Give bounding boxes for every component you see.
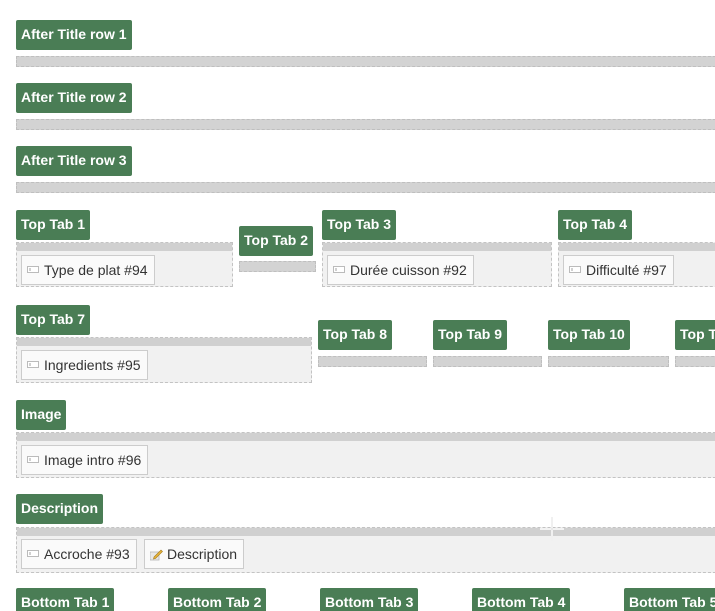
field-label: Ingredients #95 (44, 357, 141, 373)
field-icon (333, 266, 345, 273)
top-tab-10-label[interactable]: Top Tab 10 (548, 320, 630, 350)
field-accroche[interactable]: Accroche #93 (21, 539, 137, 569)
top-tab-11-label[interactable]: Top Tab 11 (675, 320, 715, 350)
description-section-label[interactable]: Description (16, 494, 104, 524)
top-tab-9-dropzone[interactable] (433, 356, 542, 367)
field-icon (27, 550, 39, 557)
bottom-tab-3-label[interactable]: Bottom Tab 3 (320, 588, 419, 611)
field-difficulte[interactable]: Difficulté #97 (563, 255, 674, 285)
description-section-dropzone[interactable]: Accroche #93 Description (16, 527, 715, 573)
top-tab-1-dropzone[interactable]: Type de plat #94 (16, 242, 233, 287)
field-label: Image intro #96 (44, 452, 142, 468)
field-icon (27, 266, 39, 273)
field-label: Description (167, 546, 238, 562)
top-tab-2-label[interactable]: Top Tab 2 (239, 226, 314, 256)
description-section-dropzone-bar (17, 528, 715, 536)
top-tab-9-label[interactable]: Top Tab 9 (433, 320, 508, 350)
top-tab-7-dropzone[interactable]: Ingredients #95 (16, 337, 312, 383)
pencil-icon (150, 549, 163, 561)
bottom-tab-5-label[interactable]: Bottom Tab 5 (624, 588, 715, 611)
field-icon (569, 266, 581, 273)
top-tab-1-dropzone-bar (17, 243, 232, 251)
after-title-row-2-dropzone[interactable] (16, 119, 715, 130)
field-icon (27, 361, 39, 368)
field-image-intro[interactable]: Image intro #96 (21, 445, 149, 475)
bottom-tab-4-label[interactable]: Bottom Tab 4 (472, 588, 571, 611)
field-duree-cuisson[interactable]: Durée cuisson #92 (327, 255, 474, 285)
top-tab-11-dropzone[interactable] (675, 356, 715, 367)
after-title-row-1-dropzone[interactable] (16, 56, 715, 67)
image-section-label[interactable]: Image (16, 400, 67, 430)
top-tab-3-dropzone-bar (323, 243, 551, 251)
top-tab-3-label[interactable]: Top Tab 3 (322, 210, 397, 240)
field-icon (27, 456, 39, 463)
top-tab-8-dropzone[interactable] (318, 356, 427, 367)
field-label: Type de plat #94 (44, 262, 148, 278)
top-tab-4-dropzone[interactable]: Difficulté #97 (558, 242, 715, 287)
bottom-tab-2-label[interactable]: Bottom Tab 2 (168, 588, 267, 611)
top-tab-4-dropzone-bar (559, 243, 715, 251)
after-title-row-3-label[interactable]: After Title row 3 (16, 146, 132, 176)
field-ingredients[interactable]: Ingredients #95 (21, 350, 148, 380)
field-label: Accroche #93 (44, 546, 130, 562)
after-title-row-3-dropzone[interactable] (16, 182, 715, 193)
top-tab-2-dropzone[interactable] (239, 261, 316, 272)
top-tab-3-dropzone[interactable]: Durée cuisson #92 (322, 242, 552, 287)
after-title-row-1-label[interactable]: After Title row 1 (16, 20, 132, 50)
top-tab-7-label[interactable]: Top Tab 7 (16, 305, 91, 335)
field-type-de-plat[interactable]: Type de plat #94 (21, 255, 155, 285)
field-description[interactable]: Description (144, 539, 245, 569)
top-tab-10-dropzone[interactable] (548, 356, 669, 367)
field-label: Durée cuisson #92 (350, 262, 467, 278)
top-tab-8-label[interactable]: Top Tab 8 (318, 320, 393, 350)
layout-editor-canvas: After Title row 1 After Title row 2 Afte… (0, 0, 715, 611)
top-tab-7-dropzone-bar (17, 338, 311, 346)
top-tab-4-label[interactable]: Top Tab 4 (558, 210, 633, 240)
top-tab-1-label[interactable]: Top Tab 1 (16, 210, 91, 240)
image-section-dropzone[interactable]: Image intro #96 (16, 432, 715, 478)
bottom-tab-1-label[interactable]: Bottom Tab 1 (16, 588, 115, 611)
move-cursor-icon (540, 517, 564, 541)
field-label: Difficulté #97 (586, 262, 667, 278)
after-title-row-2-label[interactable]: After Title row 2 (16, 83, 132, 113)
image-section-dropzone-bar (17, 433, 715, 441)
